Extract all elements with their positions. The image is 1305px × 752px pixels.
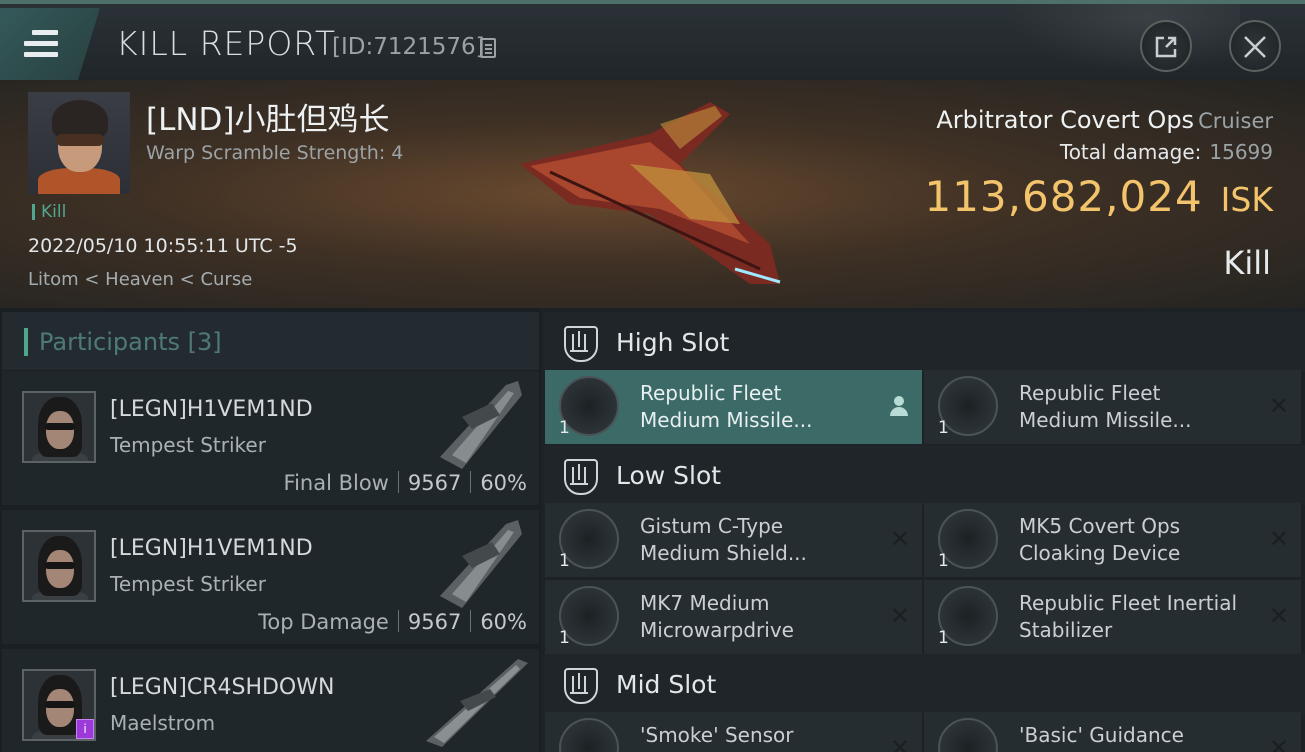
kill-result: Kill xyxy=(1223,244,1271,282)
mid-slot-header: Mid Slot xyxy=(544,654,1305,714)
accent-bar xyxy=(24,328,28,356)
module-item[interactable]: 1 Republic Fleet Medium Missile... ✕ xyxy=(924,370,1301,444)
high-slot-header: High Slot xyxy=(544,312,1305,372)
participant-ship-image xyxy=(440,381,522,469)
kill-location[interactable]: Litom < Heaven < Curse xyxy=(28,269,252,290)
participant-name: [LEGN]CR4SHDOWN xyxy=(110,675,335,700)
remove-icon[interactable]: ✕ xyxy=(890,734,910,752)
module-item[interactable]: 1 MK7 Medium Microwarpdrive ✕ xyxy=(545,580,922,654)
module-item[interactable]: 'Smoke' Sensor ✕ xyxy=(545,712,922,752)
fitting-panel: High Slot 1 Republic Fleet Medium Missile… xyxy=(541,308,1305,752)
remove-icon[interactable]: ✕ xyxy=(1269,392,1289,420)
participant-avatar[interactable] xyxy=(22,391,96,463)
slot-icon xyxy=(564,668,598,704)
participant-ship-image xyxy=(440,520,522,608)
participants-header: Participants [3] xyxy=(2,312,539,370)
remove-icon[interactable]: ✕ xyxy=(1269,734,1289,752)
participant-role: Final Blow xyxy=(283,471,389,495)
module-quantity: 1 xyxy=(559,551,570,571)
menu-icon xyxy=(24,30,58,63)
rank-badge-icon: i xyxy=(76,719,94,739)
guidance-module-icon xyxy=(938,718,998,752)
menu-button[interactable] xyxy=(0,8,100,80)
copy-icon[interactable] xyxy=(480,38,496,58)
slot-icon xyxy=(564,459,598,495)
module-name: 'Basic' Guidance xyxy=(1019,723,1184,747)
ship-name-row: Arbitrator Covert Ops Cruiser xyxy=(936,106,1273,134)
isk-value-row: 113,682,024 ISK xyxy=(924,172,1273,221)
participant-ship: Tempest Striker xyxy=(110,572,266,596)
participants-title: Participants [3] xyxy=(39,328,222,356)
participant-ship-image xyxy=(426,659,528,747)
module-quantity: 1 xyxy=(559,418,570,438)
remove-icon[interactable]: ✕ xyxy=(1269,525,1289,553)
share-button[interactable] xyxy=(1140,20,1192,72)
participant-stats: Top Damage 9567 60% xyxy=(258,610,527,634)
participant-name: [LEGN]H1VEM1ND xyxy=(110,397,313,422)
pilot-icon[interactable] xyxy=(890,396,908,416)
total-damage-row: Total damage: 15699 xyxy=(1060,140,1273,164)
total-damage-label: Total damage: xyxy=(1059,140,1202,164)
low-slot-label: Low Slot xyxy=(616,461,722,490)
participant-card[interactable]: [LEGN]H1VEM1ND Tempest Striker Top Damag… xyxy=(2,510,539,644)
report-id: [ID:7121576] xyxy=(332,34,485,60)
title-bar: KILL REPORT [ID:7121576] xyxy=(0,0,1305,80)
high-slot-label: High Slot xyxy=(616,328,730,357)
victim-ship-image xyxy=(520,102,781,284)
ship-name[interactable]: Arbitrator Covert Ops xyxy=(936,106,1194,134)
module-item[interactable]: 1 MK5 Covert Ops Cloaking Device ✕ xyxy=(924,503,1301,577)
participant-role: Top Damage xyxy=(258,610,389,634)
participant-name: [LEGN]H1VEM1ND xyxy=(110,536,313,561)
participant-ship: Maelstrom xyxy=(110,711,216,735)
isk-value: 113,682,024 xyxy=(924,172,1203,221)
ship-class: Cruiser xyxy=(1198,109,1273,133)
participant-avatar[interactable] xyxy=(22,530,96,602)
slot-icon xyxy=(564,326,598,362)
module-name: Republic Fleet Inertial Stabilizer xyxy=(1019,591,1238,642)
participant-card[interactable]: [LEGN]H1VEM1ND Tempest Striker Final Blo… xyxy=(2,371,539,505)
module-quantity: 1 xyxy=(938,418,949,438)
module-name: MK7 Medium Microwarpdrive xyxy=(640,591,794,642)
participant-ship: Tempest Striker xyxy=(110,433,266,457)
close-button[interactable] xyxy=(1229,20,1281,72)
module-name: Republic Fleet Medium Missile... xyxy=(1019,381,1192,432)
participant-card[interactable]: i [LEGN]CR4SHDOWN Maelstrom xyxy=(2,649,539,752)
remove-icon[interactable]: ✕ xyxy=(890,525,910,553)
module-quantity: 1 xyxy=(938,551,949,571)
participant-stats: Final Blow 9567 60% xyxy=(284,471,527,495)
module-item[interactable]: 1 Gistum C-Type Medium Shield... ✕ xyxy=(545,503,922,577)
participant-percent: 60% xyxy=(480,471,527,495)
participant-percent: 60% xyxy=(480,610,527,634)
participant-avatar[interactable]: i xyxy=(22,669,96,741)
background-planet xyxy=(1010,4,1240,74)
sensor-module-icon xyxy=(559,718,619,752)
module-item[interactable]: 'Basic' Guidance ✕ xyxy=(924,712,1301,752)
module-name: Gistum C-Type Medium Shield... xyxy=(640,514,807,565)
kill-datetime: 2022/05/10 10:55:11 UTC -5 xyxy=(28,235,298,257)
participant-damage: 9567 xyxy=(407,610,462,634)
module-name: 'Smoke' Sensor xyxy=(640,723,794,747)
victim-name[interactable]: [LND]小肚但鸡长 xyxy=(146,94,390,139)
isk-unit: ISK xyxy=(1220,180,1273,219)
module-name: Republic Fleet Medium Missile... xyxy=(640,381,813,432)
module-item[interactable]: 1 Republic Fleet Inertial Stabilizer ✕ xyxy=(924,580,1301,654)
kill-summary-banner: [LND]小肚但鸡长 Warp Scramble Strength: 4 Kil… xyxy=(0,80,1305,308)
share-icon xyxy=(1155,36,1177,58)
remove-icon[interactable]: ✕ xyxy=(1269,602,1289,630)
kill-tag: Kill xyxy=(32,204,66,221)
page-title: KILL REPORT xyxy=(116,24,336,63)
module-quantity: 1 xyxy=(559,628,570,648)
warp-scramble-strength: Warp Scramble Strength: 4 xyxy=(146,142,404,164)
remove-icon[interactable]: ✕ xyxy=(890,602,910,630)
total-damage-value: 15699 xyxy=(1209,140,1273,164)
close-icon xyxy=(1244,36,1266,58)
victim-portrait[interactable] xyxy=(28,92,130,194)
participants-panel: Participants [3] [LEGN]H1VEM1ND Tempest … xyxy=(0,308,541,752)
module-name: MK5 Covert Ops Cloaking Device xyxy=(1019,514,1181,565)
participant-damage: 9567 xyxy=(407,471,462,495)
module-item[interactable]: 1 Republic Fleet Medium Missile... xyxy=(545,370,922,444)
mid-slot-label: Mid Slot xyxy=(616,670,717,699)
module-quantity: 1 xyxy=(938,628,949,648)
low-slot-header: Low Slot xyxy=(544,445,1305,505)
